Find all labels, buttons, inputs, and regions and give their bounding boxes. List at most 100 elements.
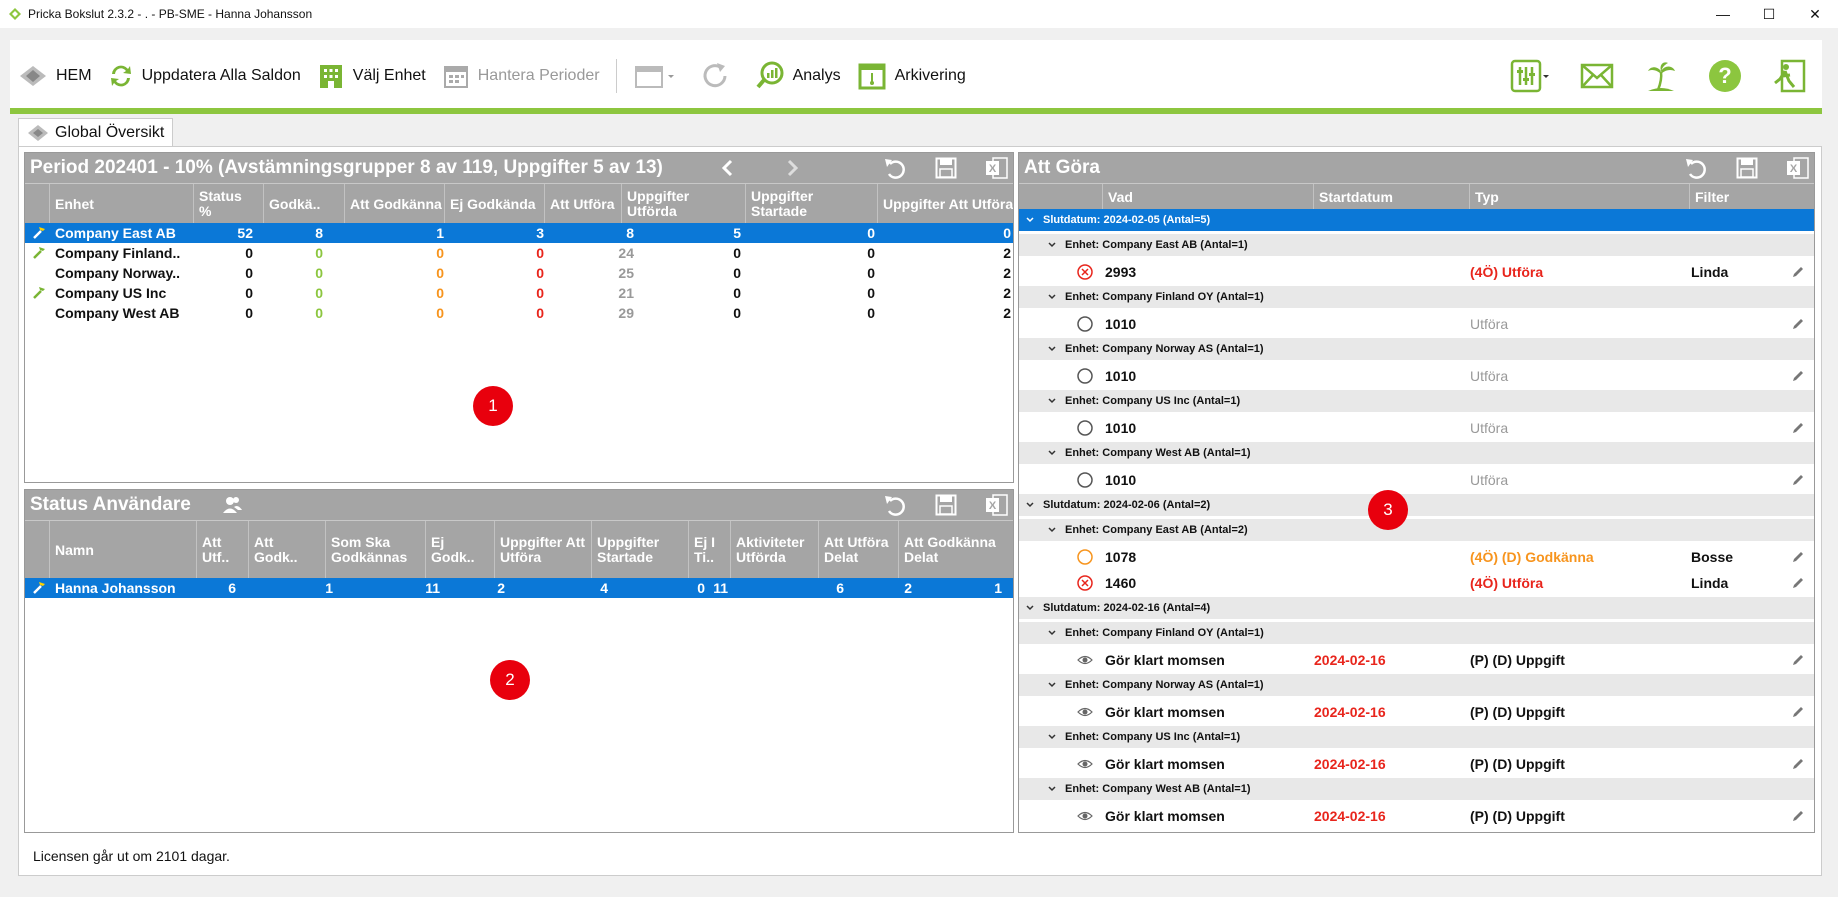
chevron-down-icon[interactable] <box>1047 732 1057 742</box>
excel-export-icon[interactable]: X <box>1786 156 1810 180</box>
table-row[interactable]: Company East AB 52 8 1 3 8 5 0 0 <box>25 223 1013 243</box>
col-att-godk[interactable]: Att Godk.. <box>248 521 313 579</box>
table-row[interactable]: Company US Inc 0 0 0 0 21 0 0 2 <box>25 283 1013 303</box>
col-att-godkanna-delat[interactable]: Att Godkänna Delat <box>898 521 1013 579</box>
manage-periods-button[interactable]: Hantera Perioder <box>434 56 608 96</box>
chevron-down-icon[interactable] <box>1047 240 1057 250</box>
table-row[interactable]: Company Finland.. 0 0 0 0 24 0 0 2 <box>25 243 1013 263</box>
excel-export-icon[interactable]: X <box>985 493 1009 517</box>
update-balances-button[interactable]: Uppdatera Alla Saldon <box>100 56 309 96</box>
todo-date-group[interactable]: Slutdatum: 2024-02-05 (Antal=5) <box>1019 209 1814 231</box>
col-ej-i-tid[interactable]: Ej I Ti.. <box>688 521 728 579</box>
edit-pencil-icon[interactable] <box>1791 646 1805 674</box>
col-ej-godkanda[interactable]: Ej Godkända <box>444 184 544 224</box>
exit-icon[interactable] <box>1772 59 1806 93</box>
col-att-utf[interactable]: Att Utf.. <box>196 521 246 579</box>
todo-item[interactable]: 1010 Utföra <box>1019 466 1814 494</box>
col-uppgifter-startade[interactable]: Uppgifter Startade <box>591 521 686 579</box>
save-icon[interactable] <box>935 157 957 179</box>
undo-icon[interactable] <box>883 156 907 180</box>
select-unit-button[interactable]: Välj Enhet <box>309 56 434 96</box>
col-uppgifter-startade[interactable]: Uppgifter Startade <box>745 184 870 224</box>
col-uppgifter-att-utfora[interactable]: Uppgifter Att Utföra <box>877 184 1013 224</box>
col-att-godkanna[interactable]: Att Godkänna <box>344 184 444 224</box>
excel-export-icon[interactable]: X <box>985 156 1009 180</box>
edit-pencil-icon[interactable] <box>1791 569 1805 597</box>
col-uppgifter-utforda[interactable]: Uppgifter Utförda <box>621 184 741 224</box>
chevron-down-icon[interactable] <box>1025 215 1035 225</box>
todo-unit-group[interactable]: Enhet: Company East AB (Antal=1) <box>1019 234 1814 256</box>
reload-button[interactable] <box>691 56 747 96</box>
todo-item[interactable]: Gör klart momsen 2024-02-16 (P) (D) Uppgif… <box>1019 750 1814 778</box>
todo-unit-group[interactable]: Enhet: Company West AB (Antal=1) <box>1019 442 1814 464</box>
col-som-ska-godkannas[interactable]: Som Ska Godkännas <box>325 521 420 579</box>
col-att-utfora-delat[interactable]: Att Utföra Delat <box>818 521 893 579</box>
todo-item[interactable]: Gör klart momsen 2024-02-16 (P) (D) Uppgif… <box>1019 646 1814 674</box>
col-namn[interactable]: Namn <box>49 521 199 579</box>
todo-item[interactable]: 1010 Utföra <box>1019 414 1814 442</box>
chevron-down-icon[interactable] <box>1047 680 1057 690</box>
col-att-utfora[interactable]: Att Utföra <box>544 184 629 224</box>
chevron-down-icon[interactable] <box>1047 396 1057 406</box>
todo-item[interactable]: 2993 (4Ö) Utföra Linda <box>1019 258 1814 286</box>
minimize-button[interactable]: — <box>1700 0 1746 28</box>
close-button[interactable]: ✕ <box>1792 0 1838 28</box>
settings-sliders-icon[interactable] <box>1510 59 1550 93</box>
calendar-dropdown-button[interactable] <box>625 56 691 96</box>
edit-pencil-icon[interactable] <box>1791 310 1805 338</box>
todo-item[interactable]: 1010 Utföra <box>1019 310 1814 338</box>
col-uppgifter-att-utfora[interactable]: Uppgifter Att Utföra <box>494 521 589 579</box>
chevron-down-icon[interactable] <box>1047 784 1057 794</box>
todo-unit-group[interactable]: Enhet: Company US Inc (Antal=1) <box>1019 726 1814 748</box>
todo-item[interactable]: Gör klart momsen 2024-02-16 (P) (D) Uppgif… <box>1019 802 1814 830</box>
maximize-button[interactable]: ☐ <box>1746 0 1792 28</box>
todo-unit-group[interactable]: Enhet: Company Finland OY (Antal=1) <box>1019 286 1814 308</box>
col-typ[interactable]: Typ <box>1469 184 1689 210</box>
chevron-down-icon[interactable] <box>1025 603 1035 613</box>
col-aktiviteter-utforda[interactable]: Aktiviteter Utförda <box>730 521 825 579</box>
col-godk[interactable]: Godkä.. <box>263 184 343 224</box>
save-icon[interactable] <box>1736 157 1758 179</box>
vacation-palm-icon[interactable] <box>1644 59 1678 93</box>
col-vad[interactable]: Vad <box>1102 184 1332 210</box>
edit-pencil-icon[interactable] <box>1791 466 1805 494</box>
todo-unit-group[interactable]: Enhet: Company US Inc (Antal=1) <box>1019 390 1814 412</box>
chevron-down-icon[interactable] <box>1047 292 1057 302</box>
chevron-down-icon[interactable] <box>1025 500 1035 510</box>
todo-unit-group[interactable]: Enhet: Company Norway AS (Antal=1) <box>1019 674 1814 696</box>
col-status[interactable]: Status % <box>193 184 248 224</box>
chevron-down-icon[interactable] <box>1047 525 1057 535</box>
edit-pencil-icon[interactable] <box>1791 802 1805 830</box>
next-period-icon[interactable] <box>782 158 802 178</box>
todo-unit-group[interactable]: Enhet: Company Norway AS (Antal=1) <box>1019 338 1814 360</box>
todo-unit-group[interactable]: Enhet: Company East AB (Antal=2) <box>1019 519 1814 541</box>
tab-global-overview[interactable]: Global Översikt <box>18 118 174 146</box>
todo-item[interactable]: 1010 Utföra <box>1019 362 1814 390</box>
analysis-button[interactable]: Analys <box>747 56 849 96</box>
table-row[interactable]: Hanna Johansson 6 1 11 2 4 0 11 6 2 1 <box>25 578 1013 598</box>
help-icon[interactable]: ? <box>1708 59 1742 93</box>
archive-button[interactable]: Arkivering <box>849 56 974 96</box>
chevron-down-icon[interactable] <box>1047 344 1057 354</box>
home-button[interactable]: HEM <box>10 56 100 96</box>
todo-item[interactable]: 1460 (4Ö) Utföra Linda <box>1019 569 1814 597</box>
chevron-down-icon[interactable] <box>1047 448 1057 458</box>
chevron-down-icon[interactable] <box>1047 628 1057 638</box>
col-startdatum[interactable]: Startdatum <box>1313 184 1463 210</box>
edit-pencil-icon[interactable] <box>1791 258 1805 286</box>
edit-pencil-icon[interactable] <box>1791 750 1805 778</box>
edit-pencil-icon[interactable] <box>1791 414 1805 442</box>
prev-period-icon[interactable] <box>718 158 738 178</box>
table-row[interactable]: Company West AB 0 0 0 0 29 0 0 2 <box>25 303 1013 323</box>
todo-unit-group[interactable]: Enhet: Company Finland OY (Antal=1) <box>1019 622 1814 644</box>
col-ej-godk[interactable]: Ej Godk.. <box>425 521 480 579</box>
undo-icon[interactable] <box>1684 156 1708 180</box>
col-filter[interactable]: Filter <box>1689 184 1814 210</box>
mail-icon[interactable] <box>1580 63 1614 89</box>
todo-date-group[interactable]: Slutdatum: 2024-02-06 (Antal=2) <box>1019 494 1814 516</box>
users-icon[interactable] <box>221 494 243 516</box>
todo-date-group[interactable]: Slutdatum: 2024-02-16 (Antal=4) <box>1019 597 1814 619</box>
todo-item[interactable]: 1078 (4Ö) (D) Godkänna Bosse <box>1019 543 1814 571</box>
edit-pencil-icon[interactable] <box>1791 698 1805 726</box>
todo-unit-group[interactable]: Enhet: Company West AB (Antal=1) <box>1019 778 1814 800</box>
